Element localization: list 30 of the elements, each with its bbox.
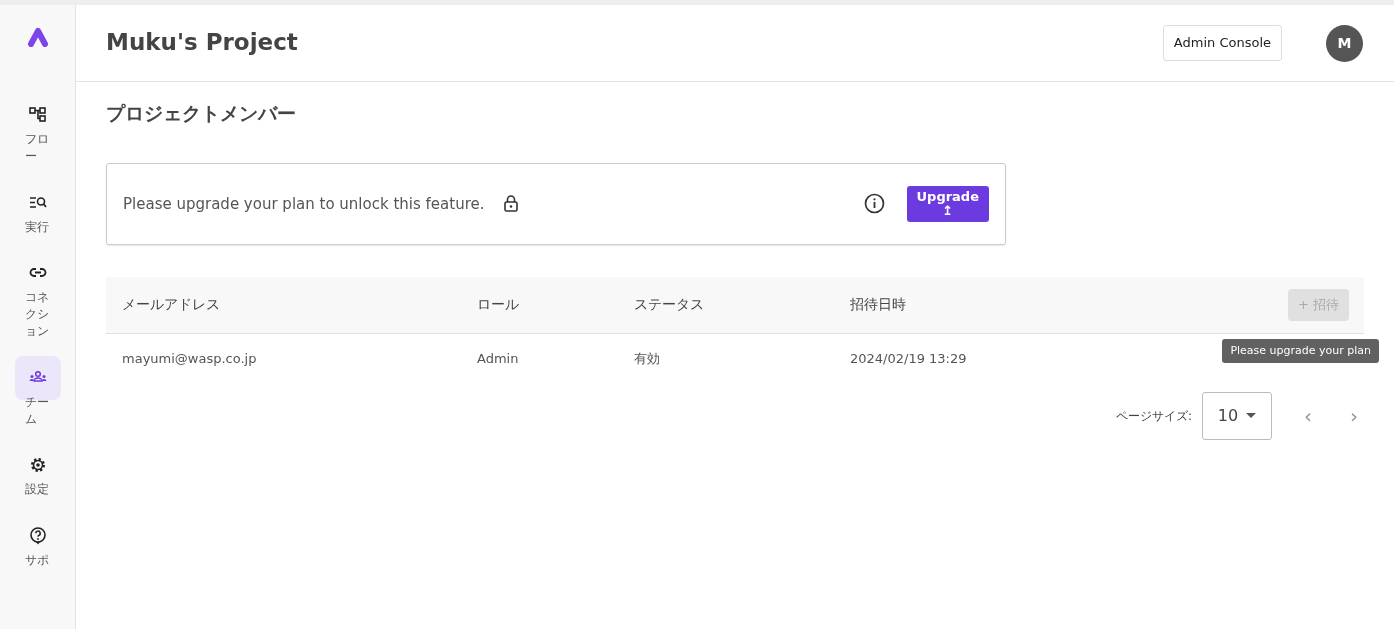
sidebar-label: チーム — [24, 393, 50, 428]
column-header: メールアドレス — [122, 295, 221, 315]
gear-icon — [28, 456, 47, 475]
upgrade-button[interactable]: Upgrade ↥ — [906, 185, 989, 222]
page-size-label: ページサイズ: — [1115, 407, 1192, 425]
user-avatar[interactable]: M — [1326, 24, 1363, 62]
column-header: ロール — [477, 295, 520, 315]
sidebar-label: 実行 — [24, 218, 50, 236]
sidebar-label: サポ — [24, 552, 50, 569]
lock-icon — [504, 195, 519, 213]
page-size-select[interactable]: 10 — [1202, 391, 1272, 440]
upgrade-message: Please upgrade your plan to unlock this feature. — [123, 193, 485, 215]
table-cell-text: 2024/02/19 13:29 — [850, 350, 967, 369]
sidebar-label: フロー — [24, 131, 50, 165]
app-logo-icon[interactable] — [26, 27, 49, 47]
admin-console-button[interactable]: Admin Console — [1162, 25, 1282, 61]
table-cell-text: Admin — [477, 350, 520, 369]
table-cell-text: 有効 — [634, 350, 661, 369]
help-icon — [28, 527, 47, 546]
sidebar-label: 設定 — [24, 481, 50, 499]
caret-icon — [1246, 413, 1257, 419]
page-heading: プロジェクトメンバー — [106, 102, 297, 125]
tooltip: Please upgrade your plan — [1222, 338, 1379, 364]
column-header: 招待日時 — [850, 295, 907, 315]
table-cell-text: mayumi@wasp.co.jp — [122, 350, 258, 369]
info-icon[interactable] — [863, 193, 885, 215]
flow-chart-icon — [28, 106, 47, 124]
project-title: Muku's Project — [106, 29, 298, 57]
column-header: ステータス — [634, 295, 705, 315]
sidebar-label: コネクション — [24, 289, 50, 340]
